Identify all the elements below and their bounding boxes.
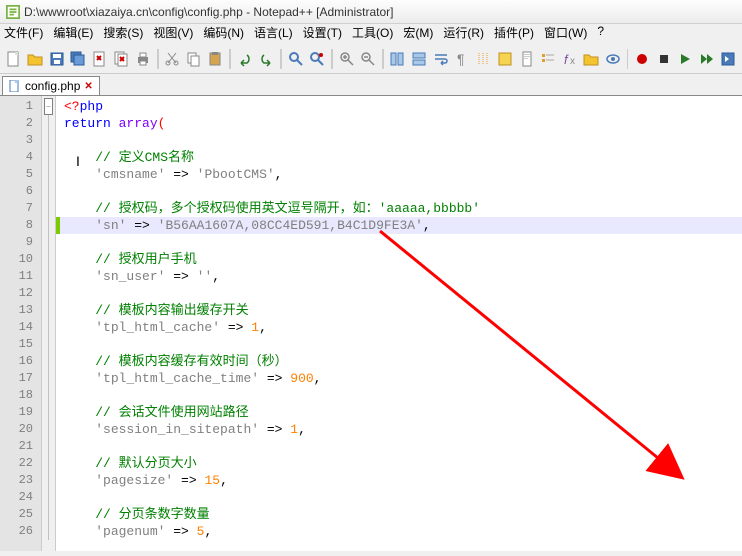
- code-line[interactable]: // 会话文件使用网站路径: [60, 404, 742, 421]
- code-line[interactable]: return array(: [60, 115, 742, 132]
- fold-column: −: [42, 96, 56, 551]
- file-icon: [9, 80, 21, 92]
- code-line[interactable]: 'session_in_sitepath' => 1,: [60, 421, 742, 438]
- tab-bar: config.php ✕: [0, 74, 742, 96]
- save-macro-icon[interactable]: [719, 48, 739, 70]
- code-line[interactable]: [60, 438, 742, 455]
- tab-close-icon[interactable]: ✕: [84, 81, 92, 92]
- play-macro-icon[interactable]: [676, 48, 696, 70]
- line-gutter: 1234567891011121314151617181920212223242…: [0, 96, 42, 551]
- code-line[interactable]: [60, 387, 742, 404]
- code-line[interactable]: [60, 234, 742, 251]
- text-cursor-icon: I: [76, 153, 80, 169]
- close-all-icon[interactable]: [112, 48, 132, 70]
- code-line[interactable]: // 模板内容输出缓存开关: [60, 302, 742, 319]
- code-line[interactable]: [60, 489, 742, 506]
- cut-icon[interactable]: [163, 48, 183, 70]
- save-all-icon[interactable]: [69, 48, 89, 70]
- code-area[interactable]: <?phpreturn array( // 定义CMS名称 'cmsname' …: [60, 96, 742, 551]
- code-line[interactable]: // 默认分页大小: [60, 455, 742, 472]
- code-line[interactable]: 'pagenum' => 5,: [60, 523, 742, 540]
- menu-help[interactable]: ?: [597, 24, 604, 44]
- code-line[interactable]: 'sn' => 'B56AA1607A,08CC4ED591,B4C1D9FE3…: [60, 217, 742, 234]
- save-icon[interactable]: [47, 48, 67, 70]
- menu-language[interactable]: 语言(L): [254, 24, 293, 44]
- menu-bar: 文件(F) 编辑(E) 搜索(S) 视图(V) 编码(N) 语言(L) 设置(T…: [0, 24, 742, 44]
- menu-settings[interactable]: 设置(T): [303, 24, 342, 44]
- tab-config-php[interactable]: config.php ✕: [2, 76, 100, 95]
- menu-tools[interactable]: 工具(O): [352, 24, 393, 44]
- editor[interactable]: 1234567891011121314151617181920212223242…: [0, 96, 742, 551]
- record-macro-icon[interactable]: [632, 48, 652, 70]
- show-all-chars-icon[interactable]: ¶: [452, 48, 472, 70]
- replace-icon[interactable]: [307, 48, 327, 70]
- svg-text:x: x: [570, 56, 575, 67]
- code-line[interactable]: 'pagesize' => 15,: [60, 472, 742, 489]
- sync-h-icon[interactable]: [409, 48, 429, 70]
- zoom-in-icon[interactable]: [337, 48, 357, 70]
- menu-file[interactable]: 文件(F): [4, 24, 43, 44]
- copy-icon[interactable]: [184, 48, 204, 70]
- code-line[interactable]: // 分页条数字数量: [60, 506, 742, 523]
- indent-guide-icon[interactable]: [474, 48, 494, 70]
- close-file-icon[interactable]: [90, 48, 110, 70]
- menu-plugins[interactable]: 插件(P): [494, 24, 534, 44]
- menu-search[interactable]: 搜索(S): [103, 24, 143, 44]
- paste-icon[interactable]: [206, 48, 226, 70]
- svg-text:f: f: [564, 52, 569, 67]
- zoom-out-icon[interactable]: [358, 48, 378, 70]
- toolbar: ¶ fx: [0, 44, 742, 74]
- menu-window[interactable]: 窗口(W): [544, 24, 587, 44]
- print-icon[interactable]: [133, 48, 153, 70]
- folder-workspace-icon[interactable]: [582, 48, 602, 70]
- code-line[interactable]: 'tpl_html_cache_time' => 900,: [60, 370, 742, 387]
- window-title: D:\wwwroot\xiazaiya.cn\config\config.php…: [24, 5, 394, 19]
- code-line[interactable]: <?php: [60, 98, 742, 115]
- monitor-icon[interactable]: [603, 48, 623, 70]
- code-line[interactable]: 'sn_user' => '',: [60, 268, 742, 285]
- menu-view[interactable]: 视图(V): [153, 24, 193, 44]
- play-multi-icon[interactable]: [697, 48, 717, 70]
- code-line[interactable]: [60, 336, 742, 353]
- code-line[interactable]: [60, 285, 742, 302]
- code-line[interactable]: // 授权码，多个授权码使用英文逗号隔开，如：'aaaaa,bbbbb': [60, 200, 742, 217]
- code-line[interactable]: 'cmsname' => 'PbootCMS',: [60, 166, 742, 183]
- code-line[interactable]: // 模板内容缓存有效时间（秒）: [60, 353, 742, 370]
- user-lang-icon[interactable]: [495, 48, 515, 70]
- svg-text:¶: ¶: [457, 51, 465, 67]
- stop-macro-icon[interactable]: [654, 48, 674, 70]
- new-file-icon[interactable]: [4, 48, 24, 70]
- code-line[interactable]: 'tpl_html_cache' => 1,: [60, 319, 742, 336]
- menu-edit[interactable]: 编辑(E): [53, 24, 93, 44]
- title-bar: D:\wwwroot\xiazaiya.cn\config\config.php…: [0, 0, 742, 24]
- menu-run[interactable]: 运行(R): [443, 24, 484, 44]
- sync-v-icon[interactable]: [388, 48, 408, 70]
- tab-label: config.php: [25, 79, 80, 93]
- redo-icon[interactable]: [257, 48, 277, 70]
- code-line[interactable]: // 授权用户手机: [60, 251, 742, 268]
- func-list-icon[interactable]: fx: [560, 48, 580, 70]
- find-icon[interactable]: [286, 48, 306, 70]
- menu-encoding[interactable]: 编码(N): [203, 24, 244, 44]
- doc-map-icon[interactable]: [517, 48, 537, 70]
- app-icon: [6, 5, 20, 19]
- code-line[interactable]: // 定义CMS名称: [60, 149, 742, 166]
- doc-list-icon[interactable]: [538, 48, 558, 70]
- wrap-icon[interactable]: [431, 48, 451, 70]
- code-line[interactable]: [60, 183, 742, 200]
- undo-icon[interactable]: [235, 48, 255, 70]
- code-line[interactable]: [60, 132, 742, 149]
- menu-macro[interactable]: 宏(M): [403, 24, 433, 44]
- open-file-icon[interactable]: [26, 48, 46, 70]
